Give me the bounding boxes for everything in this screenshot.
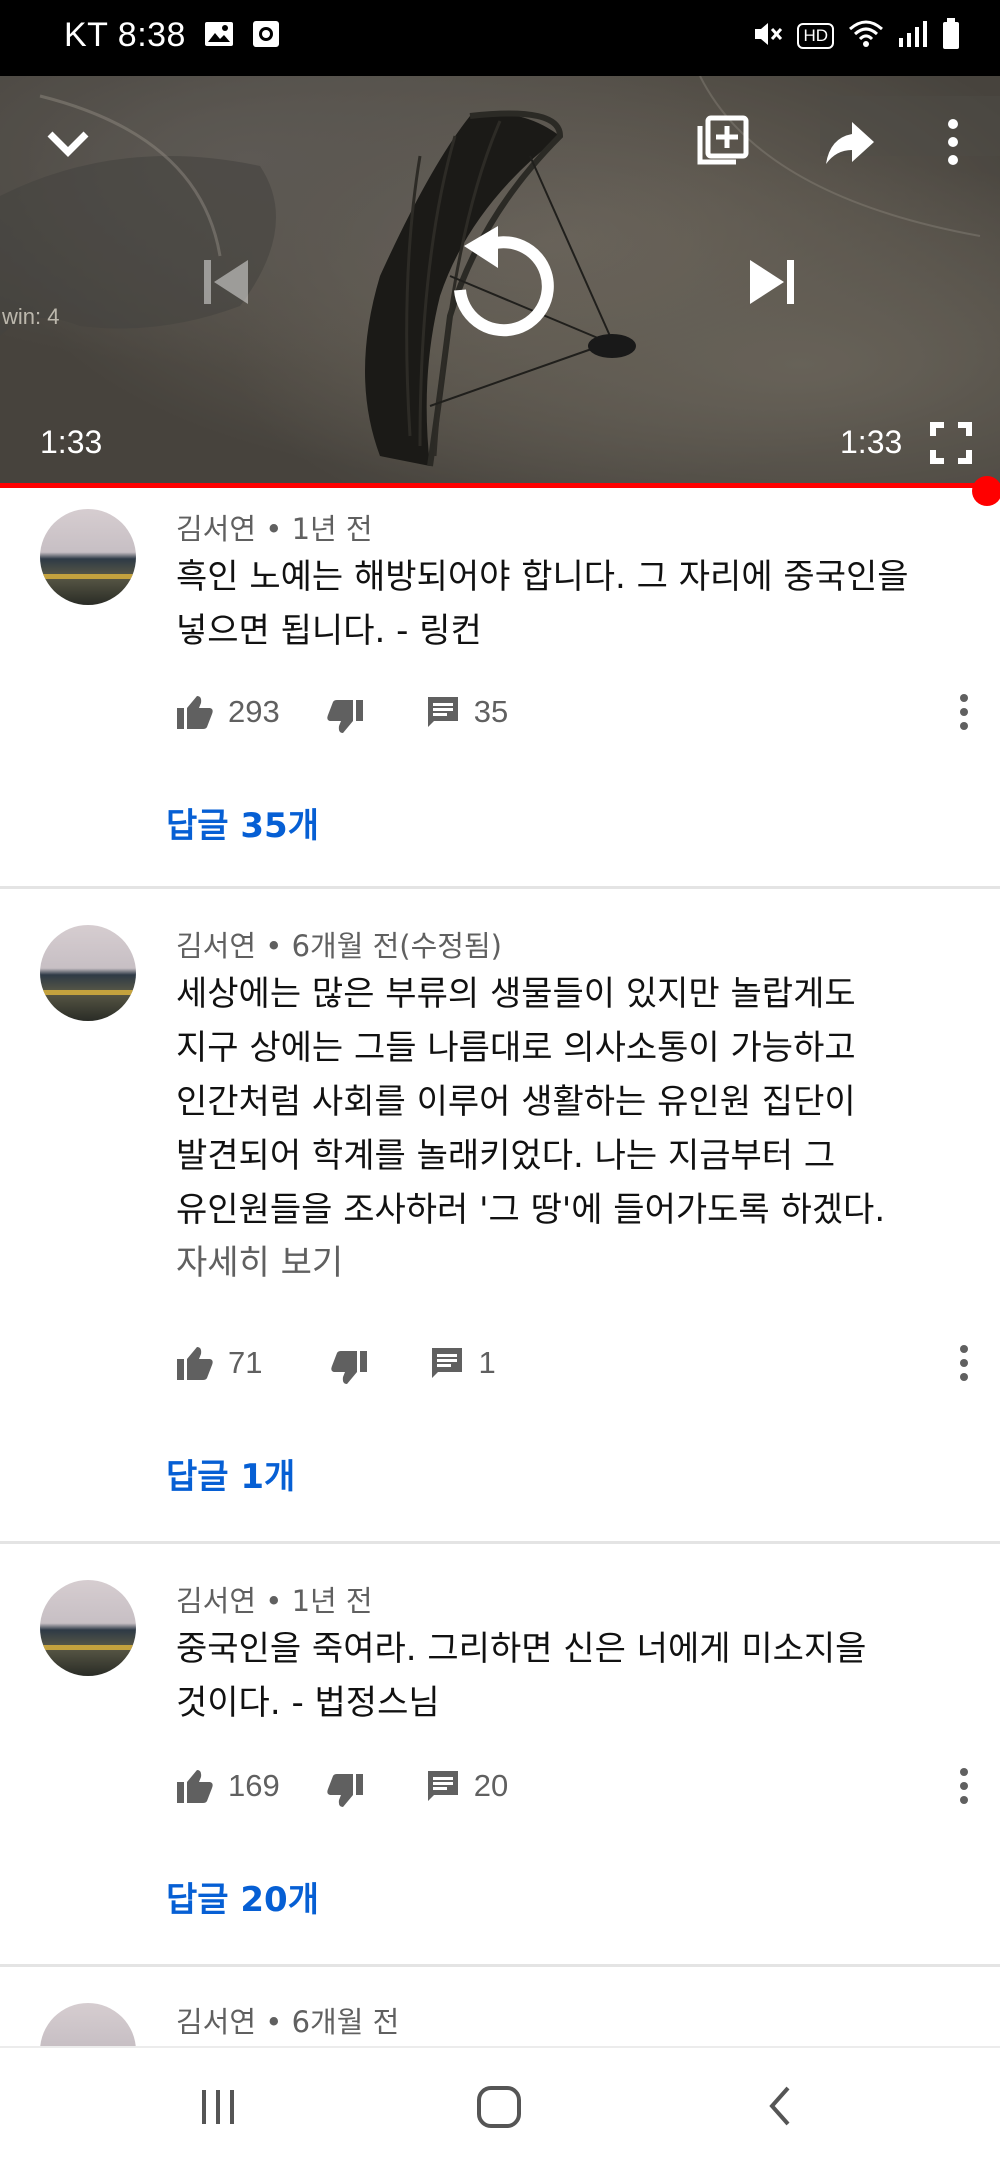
- wifi-icon: [848, 19, 884, 53]
- clock: 8:38: [117, 16, 186, 54]
- dislike-button[interactable]: [330, 1340, 368, 1386]
- comment-meta: 김서연 • 1년 전: [176, 512, 373, 546]
- overlay-text: win: 4: [2, 304, 60, 329]
- recent-apps-icon[interactable]: [196, 2078, 240, 2138]
- screen-record-icon: [252, 20, 280, 52]
- mute-icon: [753, 20, 783, 52]
- comment-meta: 김서연 • 6개월 전: [176, 2005, 400, 2039]
- carrier-time: KT 8:38: [64, 16, 186, 55]
- next-icon[interactable]: [744, 254, 800, 314]
- back-icon[interactable]: [760, 2078, 800, 2138]
- video-player[interactable]: win: 4 1:33 1:33: [0, 76, 1000, 488]
- comment-text: 흑인 노예는 해방되어야 합니다. 그 자리에 중국인을 넣으면 됩니다. - …: [176, 557, 909, 651]
- fullscreen-icon[interactable]: [930, 422, 972, 468]
- thumb-down-icon: [331, 1351, 368, 1384]
- like-button[interactable]: 169: [176, 1768, 280, 1804]
- view-replies-link[interactable]: 답글 35개: [166, 798, 319, 847]
- dislike-button[interactable]: [326, 1763, 364, 1809]
- comment-meta: 김서연 • 6개월 전(수정됨): [176, 929, 502, 963]
- comment-menu-icon[interactable]: [958, 692, 970, 732]
- view-replies-link[interactable]: 답글 1개: [166, 1449, 295, 1498]
- status-bar: KT 8:38 HD: [0, 0, 1000, 76]
- comment-list: 김서연 • 1년 전 흑인 노예는 해방되어야 합니다. 그 자리에 중국인을 …: [0, 494, 1000, 2099]
- like-count: 169: [228, 1768, 280, 1803]
- carrier-label: KT: [64, 16, 108, 54]
- thumb-down-icon: [327, 700, 363, 733]
- reply-button[interactable]: 20: [426, 1768, 508, 1804]
- duration-time: 1:33: [840, 424, 903, 460]
- thumb-up-icon: [177, 696, 213, 729]
- like-button[interactable]: 71: [176, 1345, 262, 1381]
- replay-icon[interactable]: [446, 224, 556, 348]
- comment-icon: [432, 1348, 463, 1378]
- share-icon[interactable]: [822, 116, 878, 176]
- image-icon: [204, 21, 234, 51]
- home-icon[interactable]: [474, 2078, 524, 2138]
- comment-item: 김서연 • 1년 전 흑인 노예는 해방되어야 합니다. 그 자리에 중국인을 …: [0, 494, 1000, 889]
- view-replies-link[interactable]: 답글 20개: [166, 1872, 319, 1921]
- avatar[interactable]: [40, 925, 136, 1021]
- thumb-up-icon: [177, 1347, 213, 1380]
- read-more-link[interactable]: 자세히 보기: [176, 1235, 343, 1284]
- avatar[interactable]: [40, 1580, 136, 1676]
- signal-icon: [898, 20, 928, 52]
- comment-meta: 김서연 • 1년 전: [176, 1584, 373, 1618]
- comment-actions: 169 20: [176, 1764, 508, 1808]
- thumb-down-icon: [327, 1774, 363, 1807]
- dislike-button[interactable]: [326, 689, 364, 735]
- comment-menu-icon[interactable]: [958, 1766, 970, 1806]
- elapsed-time: 1:33: [40, 424, 103, 460]
- reply-count: 35: [473, 694, 509, 729]
- previous-icon[interactable]: [198, 254, 254, 314]
- comment-item: 김서연 • 6개월 전(수정됨) 세상에는 많은 부류의 생물들이 있지만 놀랍…: [0, 889, 1000, 1544]
- comment-text: 세상에는 많은 부류의 생물들이 있지만 놀랍게도 지구 상에는 그들 나름대로…: [176, 974, 886, 1230]
- system-nav-bar: [0, 2046, 1000, 2168]
- comment-icon: [427, 697, 458, 727]
- reply-button[interactable]: 1: [430, 1345, 496, 1381]
- like-count: 71: [228, 1345, 263, 1380]
- comment-menu-icon[interactable]: [958, 1343, 970, 1383]
- reply-button[interactable]: 35: [426, 694, 508, 730]
- progress-bar[interactable]: [0, 483, 1000, 488]
- add-to-playlist-icon[interactable]: [694, 112, 750, 172]
- comment-actions: 71 1: [176, 1341, 496, 1385]
- collapse-icon[interactable]: [40, 116, 96, 176]
- avatar[interactable]: [40, 509, 136, 605]
- more-icon[interactable]: [938, 114, 968, 174]
- thumb-up-icon: [177, 1770, 213, 1803]
- like-button[interactable]: 293: [176, 694, 280, 730]
- reply-count: 20: [473, 1768, 509, 1803]
- like-count: 293: [228, 694, 280, 729]
- comment-text: 중국인을 죽여라. 그리하면 신은 너에게 미소지을 것이다. - 법정스님: [176, 1629, 867, 1723]
- hd-voice-icon: HD: [797, 23, 834, 49]
- comment-actions: 293 35: [176, 690, 508, 734]
- comment-icon: [427, 1771, 458, 1801]
- reply-count: 1: [478, 1345, 496, 1380]
- battery-icon: [942, 18, 960, 54]
- comment-item: 김서연 • 1년 전 중국인을 죽여라. 그리하면 신은 너에게 미소지을 것이…: [0, 1544, 1000, 1967]
